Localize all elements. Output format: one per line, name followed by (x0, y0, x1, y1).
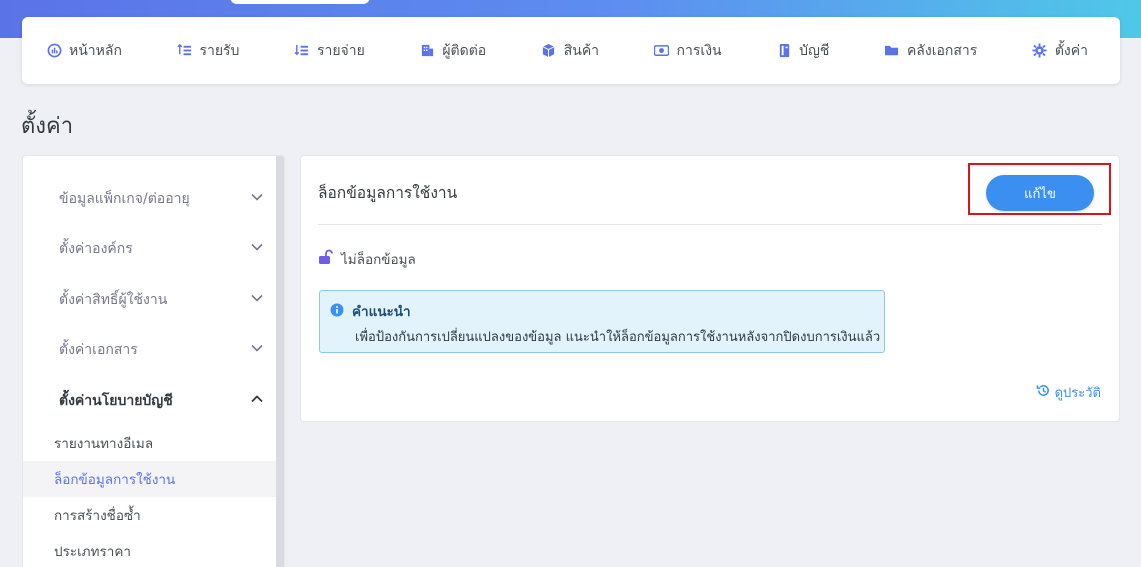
nav-label: หน้าหลัก (69, 42, 122, 59)
sidebar-group-accounting-policy[interactable]: ตั้งค่านโยบายบัญชี (59, 390, 264, 412)
sidebar-group-label: ตั้งค่าเอกสาร (59, 342, 138, 358)
nav-item-finance[interactable]: การเงิน (654, 40, 722, 62)
sidebar-group-organization[interactable]: ตั้งค่าองค์กร (59, 238, 264, 260)
sidebar-item-data-lock[interactable]: ล็อกข้อมูลการใช้งาน (23, 461, 278, 497)
sidebar-group-label: ข้อมูลแพ็กเกจ/ต่ออายุ (59, 191, 190, 207)
dashboard-icon (46, 43, 62, 59)
nav-item-products[interactable]: สินค้า (541, 40, 599, 62)
settings-sidebar: ข้อมูลแพ็กเกจ/ต่ออายุ ตั้งค่าองค์กร ตั้ง… (22, 155, 285, 567)
data-lock-card: ล็อกข้อมูลการใช้งาน แก้ไข ไม่ล็อกข้อมูล … (300, 155, 1120, 422)
history-label: ดูประวัติ (1054, 386, 1101, 401)
contacts-icon (419, 43, 435, 59)
card-divider (318, 224, 1102, 225)
sidebar-group-permissions[interactable]: ตั้งค่าสิทธิ์ผู้ใช้งาน (59, 289, 264, 311)
sidebar-item-label: ประเภทราคา (54, 544, 131, 560)
sidebar-item-label: ล็อกข้อมูลการใช้งาน (54, 472, 176, 488)
info-icon (330, 302, 344, 321)
lock-status: ไม่ล็อกข้อมูล (318, 248, 416, 270)
nav-item-expense[interactable]: รายจ่าย (294, 40, 365, 62)
edit-button[interactable]: แก้ไข (986, 175, 1094, 211)
header-pill[interactable] (230, 0, 370, 4)
sidebar-group-documents[interactable]: ตั้งค่าเอกสาร (59, 339, 264, 361)
sidebar-item-email-report[interactable]: รายงานทางอีเมล (23, 425, 278, 461)
nav-item-documents[interactable]: คลังเอกสาร (884, 40, 977, 62)
nav-item-settings[interactable]: ตั้งค่า (1032, 40, 1088, 62)
page-title: ตั้งค่า (21, 114, 74, 139)
sidebar-group-package[interactable]: ข้อมูลแพ็กเกจ/ต่ออายุ (59, 188, 264, 210)
nav-label: สินค้า (563, 42, 600, 59)
nav-label: คลังเอกสาร (906, 42, 978, 59)
chevron-down-icon (250, 190, 264, 208)
alert-body: เพื่อป้องกันการเปลี่ยนแปลงของข้อมูล แนะน… (355, 330, 881, 345)
income-icon (176, 43, 192, 59)
chevron-down-icon (250, 240, 264, 258)
folder-icon (884, 43, 900, 59)
sidebar-group-label: ตั้งค่าองค์กร (59, 241, 133, 257)
card-title: ล็อกข้อมูลการใช้งาน (318, 184, 458, 202)
sidebar-group-label: ตั้งค่านโยบายบัญชี (59, 393, 173, 409)
main-nav: หน้าหลัก รายรับ รายจ่าย ผู้ติดต่อ สินค้า… (22, 17, 1120, 84)
nav-item-accounting[interactable]: บัญชี (776, 40, 829, 62)
nav-item-income[interactable]: รายรับ (176, 40, 239, 62)
sidebar-group-label: ตั้งค่าสิทธิ์ผู้ใช้งาน (59, 292, 168, 308)
nav-label: ตั้งค่า (1054, 42, 1088, 59)
nav-label: รายรับ (199, 42, 240, 59)
view-history-link[interactable]: ดูประวัติ (1036, 382, 1101, 403)
gear-icon (1032, 43, 1048, 59)
sidebar-item-label: รายงานทางอีเมล (54, 436, 154, 452)
nav-label: การเงิน (676, 42, 722, 59)
info-alert: คำแนะนำ เพื่อป้องกันการเปลี่ยนแปลงของข้อ… (319, 290, 885, 353)
expense-icon (294, 43, 310, 59)
nav-label: รายจ่าย (316, 42, 365, 59)
sidebar-scrollbar[interactable] (276, 156, 284, 567)
box-icon (541, 43, 557, 59)
unlock-icon (318, 249, 334, 269)
sidebar-item-price-types[interactable]: ประเภทราคา (23, 533, 278, 567)
chevron-down-icon (250, 341, 264, 359)
history-icon (1036, 383, 1051, 402)
nav-label: บัญชี (799, 42, 830, 59)
chevron-down-icon (250, 291, 264, 309)
chevron-up-icon (250, 392, 264, 410)
book-icon (776, 43, 792, 59)
alert-title: คำแนะนำ (352, 304, 411, 320)
lock-status-text: ไม่ล็อกข้อมูล (341, 252, 416, 268)
nav-item-home[interactable]: หน้าหลัก (46, 40, 122, 62)
nav-item-contacts[interactable]: ผู้ติดต่อ (419, 40, 486, 62)
sidebar-item-label: การสร้างชื่อซ้ำ (54, 508, 141, 524)
money-icon (654, 43, 670, 59)
sidebar-item-duplicate-names[interactable]: การสร้างชื่อซ้ำ (23, 497, 278, 533)
nav-label: ผู้ติดต่อ (442, 42, 487, 59)
